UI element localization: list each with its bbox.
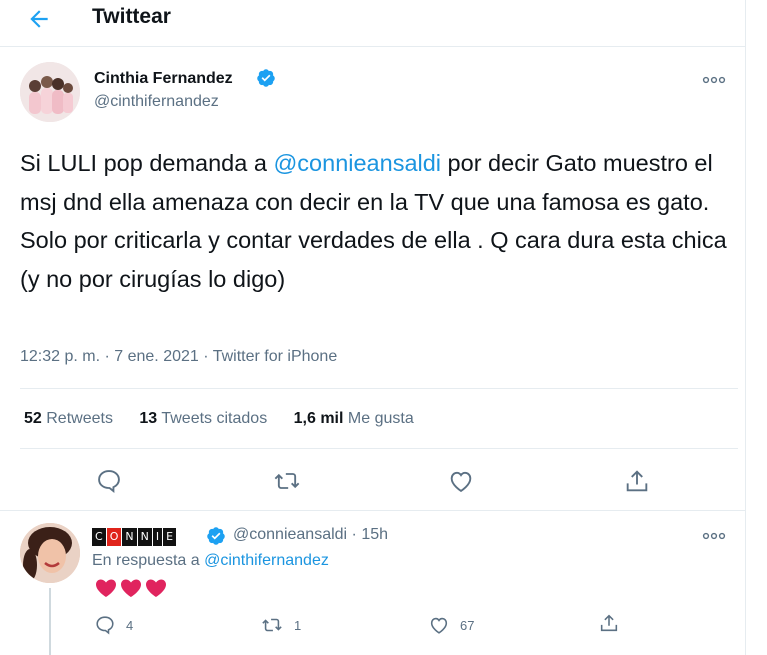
reply-reply-button[interactable]: 4 [94,614,133,636]
retweet-icon[interactable] [273,467,301,495]
brand-letter: I [152,528,163,546]
quotes-count: 13 [139,410,158,427]
divider [20,448,738,449]
page-title: Twittear [92,5,171,28]
more-options-icon[interactable] [702,74,726,86]
likes-stat[interactable]: 1,6 mil Me gusta [294,410,414,427]
tweet-timestamp[interactable]: 12:32 p. m. · 7 ene. 2021 · Twitter for … [20,348,337,366]
reply-share-button[interactable] [598,612,630,634]
brand-letter: E [163,528,177,546]
reply-count: 4 [126,617,134,633]
verified-badge-icon [257,69,275,87]
brand-letter: C [92,528,106,546]
author-name[interactable]: Cinthia Fernandez [94,70,233,88]
tweet-stats: 52 Retweets 13 Tweets citados 1,6 mil Me… [24,410,436,428]
reply-author-avatar[interactable] [20,523,80,583]
tweet-column: Twittear Cinthia Fernandez @cinthifernan… [0,0,746,655]
verified-badge-icon [207,527,225,545]
reply-to-line: En respuesta a @cinthifernandez [92,552,329,570]
author-avatar[interactable] [20,62,80,122]
likes-label: Me gusta [347,410,414,427]
quotes-label: Tweets citados [161,410,268,427]
like-count: 67 [460,617,475,633]
author-handle[interactable]: @cinthifernandez [94,93,219,111]
tweet-text: Si LULI pop demanda a @connieansaldi por… [20,144,735,298]
divider [0,510,745,511]
more-options-icon[interactable] [702,530,726,542]
retweet-icon [262,618,282,632]
avatar-photo-icon [20,523,80,583]
retweets-count: 52 [24,410,42,427]
retweets-label: Retweets [46,410,113,427]
reply-to-mention[interactable]: @cinthifernandez [204,552,329,569]
reply-icon[interactable] [95,467,123,495]
tweet-text-part-1: Si LULI pop demanda a [20,150,274,176]
reply-text-hearts [94,578,168,598]
brand-letter: O [106,528,122,546]
share-icon [600,614,618,632]
likes-count: 1,6 mil [293,410,344,427]
reply-like-button[interactable]: 67 [428,614,474,636]
reply-icon [96,616,114,635]
retweets-stat[interactable]: 52 Retweets [24,410,113,427]
share-icon[interactable] [623,467,651,495]
mention-link[interactable]: @connieansaldi [273,150,441,176]
reply-author-name-logo[interactable]: C O N N I E [92,528,177,546]
back-arrow-icon[interactable] [26,6,52,32]
brand-letter: N [137,528,152,546]
brand-letter: N [122,528,137,546]
top-header: Twittear [0,0,745,47]
thread-line [49,588,51,655]
divider [20,388,738,389]
retweet-count: 1 [294,617,302,633]
avatar-photo-icon [20,62,80,122]
like-icon [430,617,448,634]
quotes-stat[interactable]: 13 Tweets citados [139,410,267,427]
like-icon[interactable] [447,467,475,495]
reply-retweet-button[interactable]: 1 [260,614,301,636]
heart-emoji-icon [96,579,166,597]
reply-to-prefix: En respuesta a [92,552,205,569]
reply-handle-time[interactable]: @connieansaldi · 15h [233,526,388,544]
